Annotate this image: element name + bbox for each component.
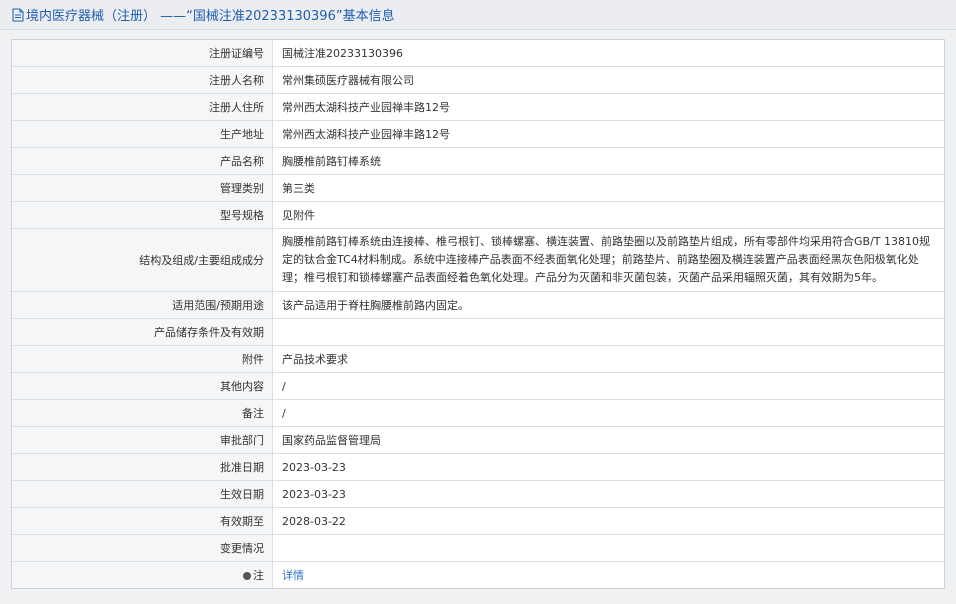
note-label: 注 xyxy=(253,569,264,582)
row-value: 常州西太湖科技产业园禅丰路12号 xyxy=(272,120,944,148)
row-label: 审批部门 xyxy=(12,426,273,454)
row-label: 产品储存条件及有效期 xyxy=(12,318,273,346)
row-label: 管理类别 xyxy=(12,174,273,202)
table-row: 审批部门 国家药品监督管理局 xyxy=(12,426,944,454)
row-value: 2023-03-23 xyxy=(272,453,944,481)
row-value: 见附件 xyxy=(272,201,944,229)
row-value: 胸腰椎前路钉棒系统由连接棒、椎弓根钉、锁棒螺塞、横连装置、前路垫圈以及前路垫片组… xyxy=(272,228,944,292)
table-row: 型号规格 见附件 xyxy=(12,201,944,229)
table-row: 管理类别 第三类 xyxy=(12,174,944,202)
table-row: 其他内容 / xyxy=(12,372,944,400)
row-value: 国家药品监督管理局 xyxy=(272,426,944,454)
info-table: 注册证编号 国械注准20233130396 注册人名称 常州集硕医疗器械有限公司 注… xyxy=(12,40,944,588)
info-panel: 注册证编号 国械注准20233130396 注册人名称 常州集硕医疗器械有限公司 注… xyxy=(11,39,945,589)
row-value: 产品技术要求 xyxy=(272,345,944,373)
table-row: 注册人名称 常州集硕医疗器械有限公司 xyxy=(12,66,944,94)
row-value xyxy=(272,318,944,346)
row-value: 国械注准20233130396 xyxy=(272,40,944,67)
row-label: 生效日期 xyxy=(12,480,273,508)
table-row: 产品储存条件及有效期 xyxy=(12,318,944,346)
table-row: 生产地址 常州西太湖科技产业园禅丰路12号 xyxy=(12,120,944,148)
row-value: / xyxy=(272,399,944,427)
table-row: 适用范围/预期用途 该产品适用于脊柱胸腰椎前路内固定。 xyxy=(12,291,944,319)
row-value: 常州西太湖科技产业园禅丰路12号 xyxy=(272,93,944,121)
table-row: 变更情况 xyxy=(12,534,944,562)
page-header: 境内医疗器械（注册） ——“国械注准20233130396”基本信息 xyxy=(0,0,956,30)
details-link[interactable]: 详情 xyxy=(282,569,304,582)
row-label: 有效期至 xyxy=(12,507,273,535)
row-value: 详情 xyxy=(273,562,945,589)
row-value xyxy=(272,534,944,562)
table-row: 产品名称 胸腰椎前路钉棒系统 xyxy=(12,147,944,175)
row-label: 型号规格 xyxy=(12,201,273,229)
table-row: 注 详情 xyxy=(12,561,945,589)
row-value: 第三类 xyxy=(272,174,944,202)
page-title: 境内医疗器械（注册） ——“国械注准20233130396”基本信息 xyxy=(26,9,395,24)
table-row: 备注 / xyxy=(12,399,944,427)
row-value: / xyxy=(272,372,944,400)
row-label: 变更情况 xyxy=(12,534,273,562)
row-label: 注册证编号 xyxy=(12,40,273,67)
row-label: 产品名称 xyxy=(12,147,273,175)
table-row: 注册证编号 国械注准20233130396 xyxy=(12,40,944,67)
table-row: 有效期至 2028-03-22 xyxy=(12,507,944,535)
row-label: 备注 xyxy=(12,399,273,427)
row-label: 附件 xyxy=(12,345,273,373)
row-label-note: 注 xyxy=(12,561,273,588)
table-row: 注册人住所 常州西太湖科技产业园禅丰路12号 xyxy=(12,93,944,121)
row-label: 其他内容 xyxy=(12,372,273,400)
table-row: 附件 产品技术要求 xyxy=(12,345,944,373)
row-value: 常州集硕医疗器械有限公司 xyxy=(272,66,944,94)
table-row: 生效日期 2023-03-23 xyxy=(12,480,944,508)
row-value: 2023-03-23 xyxy=(272,480,944,508)
row-label: 注册人名称 xyxy=(12,66,273,94)
row-value: 胸腰椎前路钉棒系统 xyxy=(272,147,944,175)
table-row: 结构及组成/主要组成成分 胸腰椎前路钉棒系统由连接棒、椎弓根钉、锁棒螺塞、横连装置… xyxy=(12,228,944,292)
note-icon xyxy=(243,572,251,580)
document-icon xyxy=(12,8,24,21)
row-value: 2028-03-22 xyxy=(272,507,944,535)
row-label: 适用范围/预期用途 xyxy=(12,291,273,319)
row-label: 批准日期 xyxy=(12,453,273,481)
table-row: 批准日期 2023-03-23 xyxy=(12,453,944,481)
row-label: 结构及组成/主要组成成分 xyxy=(12,228,273,292)
row-value: 该产品适用于脊柱胸腰椎前路内固定。 xyxy=(272,291,944,319)
row-label: 生产地址 xyxy=(12,120,273,148)
row-label: 注册人住所 xyxy=(12,93,273,121)
